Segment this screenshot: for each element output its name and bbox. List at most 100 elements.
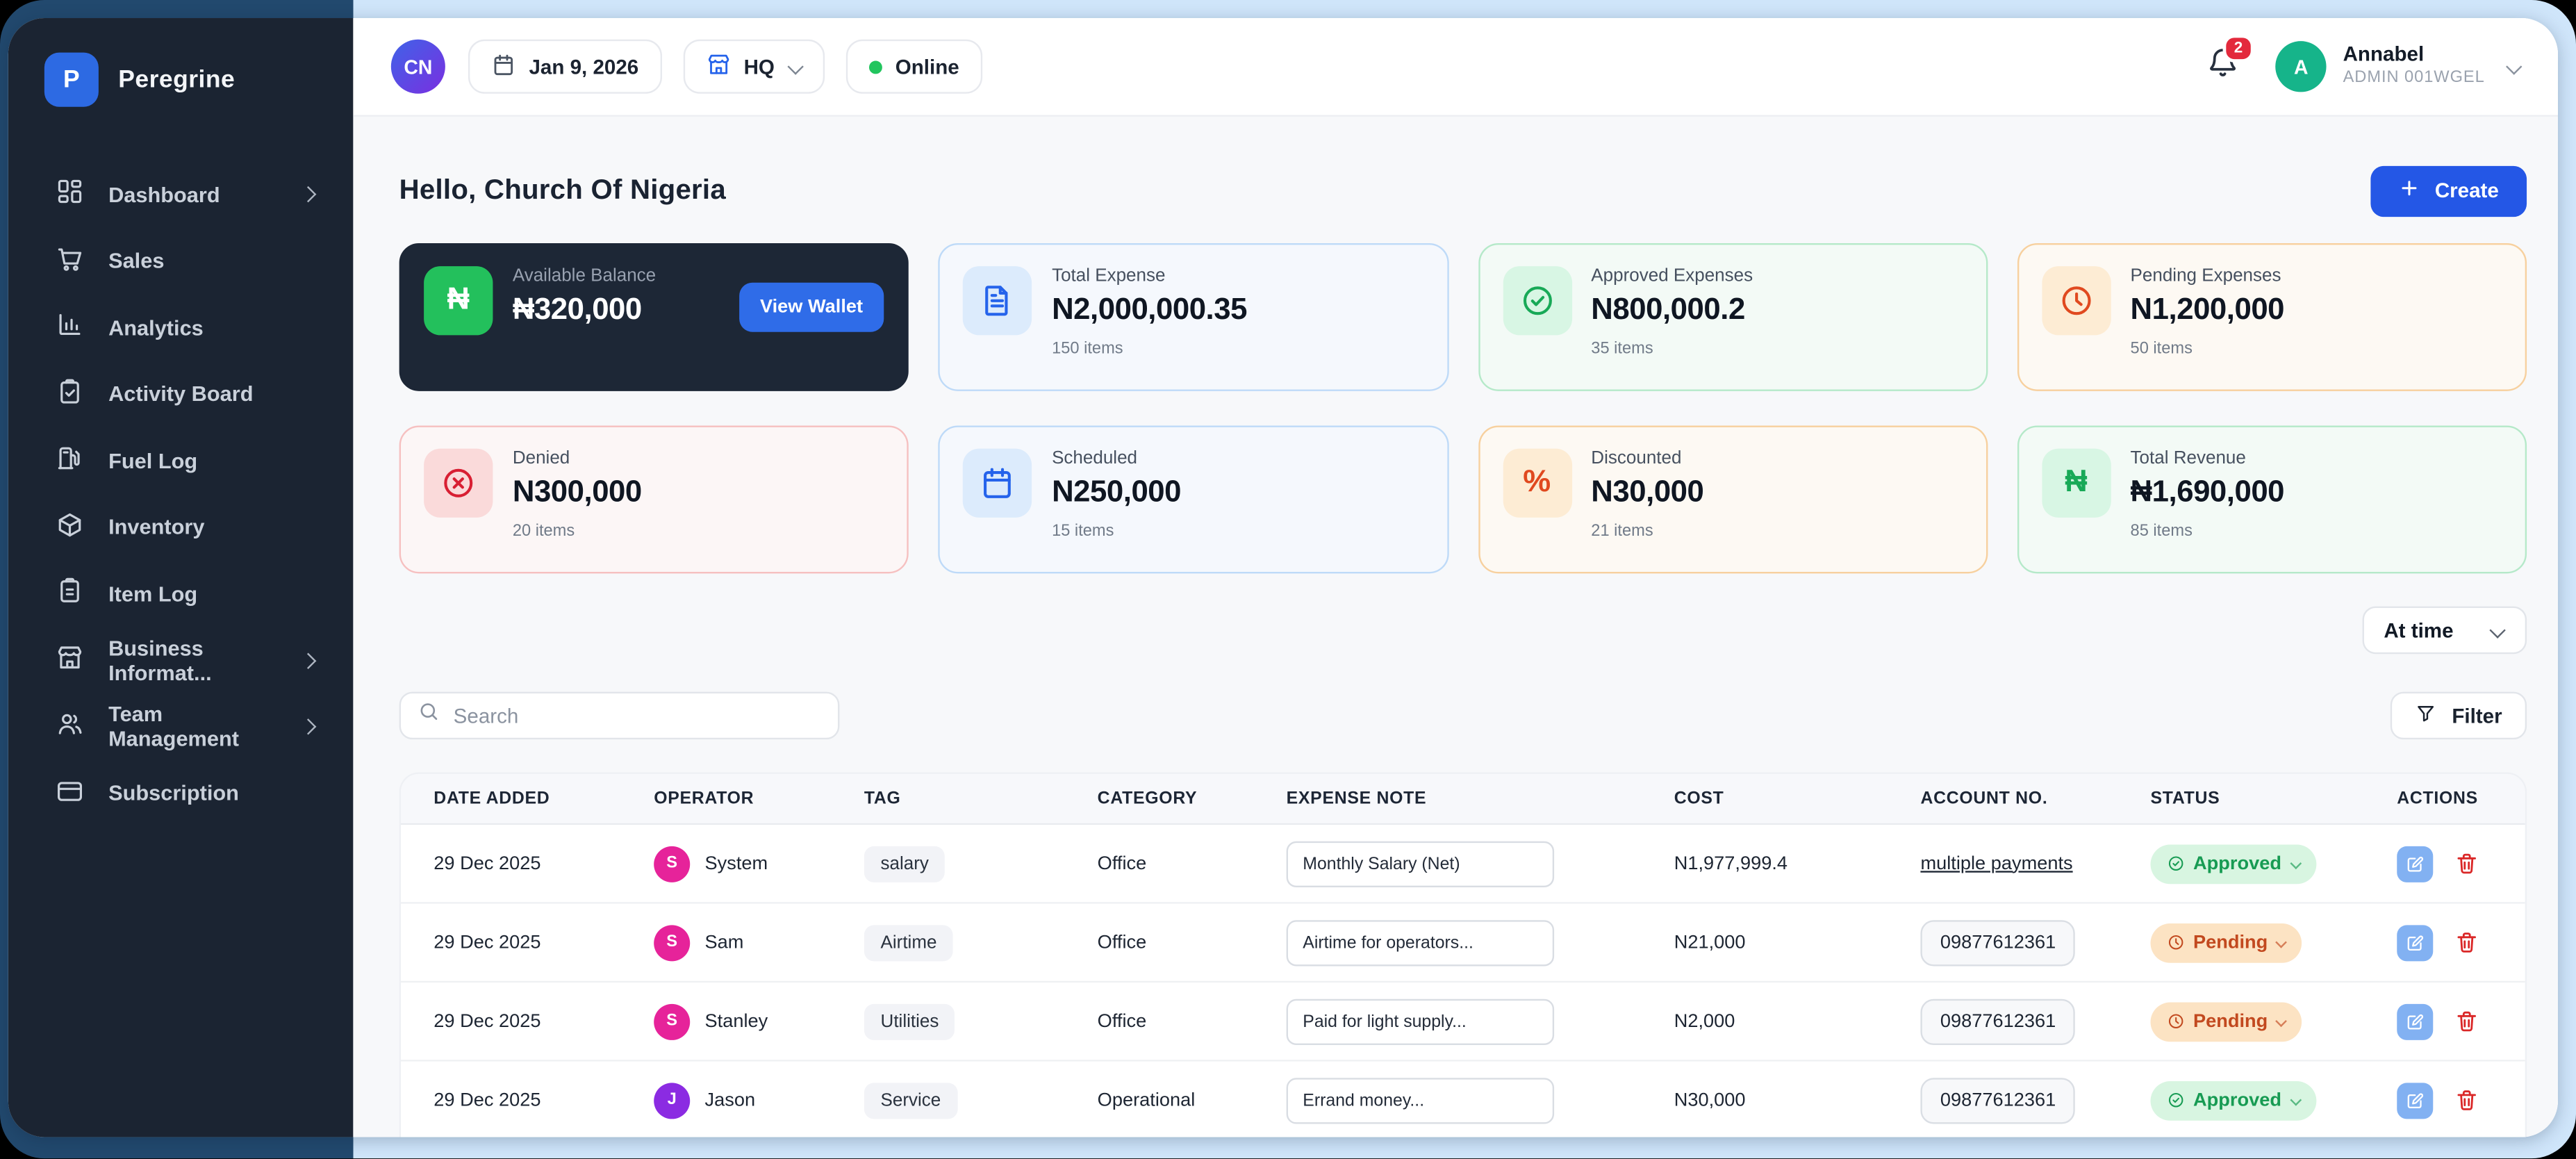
column-header: OPERATOR xyxy=(654,789,864,808)
table-row: 29 Dec 2025 S Sam Airtime Office Airtime… xyxy=(401,904,2525,983)
edit-button[interactable] xyxy=(2397,846,2433,882)
cell-actions xyxy=(2397,1003,2525,1039)
column-header: ACTIONS xyxy=(2397,789,2525,808)
user-avatar[interactable]: A xyxy=(2276,41,2327,92)
x-circle-icon xyxy=(424,449,493,518)
card-items: 20 items xyxy=(513,523,642,541)
cell-operator: S Sam xyxy=(654,924,864,960)
approved-expenses-card: Approved Expenses N800,000.2 35 items xyxy=(1478,243,1988,391)
sidebar-item-subscription[interactable]: Subscription xyxy=(8,760,354,827)
expense-note-input[interactable]: Monthly Salary (Net) xyxy=(1287,841,1554,887)
calendar-icon xyxy=(963,449,1032,518)
card-label: Pending Expenses xyxy=(2131,266,2285,286)
account-number[interactable]: 09877612361 xyxy=(1920,998,2075,1044)
delete-button[interactable] xyxy=(2454,851,2479,876)
account-link[interactable]: multiple payments xyxy=(1920,854,2072,873)
store-icon xyxy=(56,643,83,676)
balance-label: Available Balance xyxy=(513,266,656,286)
package-icon xyxy=(56,511,83,543)
check-circle-icon xyxy=(2167,855,2185,873)
account-number[interactable]: 09877612361 xyxy=(1920,1077,2075,1123)
column-header: ACCOUNT NO. xyxy=(1920,789,2150,808)
clipboard-check-icon xyxy=(56,377,83,410)
cell-tag: Utilities xyxy=(864,1003,1098,1039)
date-picker[interactable]: Jan 9, 2026 xyxy=(468,40,661,94)
sidebar-item-business-information[interactable]: Business Informat... xyxy=(8,627,354,693)
naira-icon: ₦ xyxy=(424,266,493,335)
cell-category: Office xyxy=(1098,854,1287,873)
status-badge[interactable]: Pending xyxy=(2151,1001,2302,1041)
edit-button[interactable] xyxy=(2397,1082,2433,1118)
cell-category: Operational xyxy=(1098,1090,1287,1110)
check-circle-icon xyxy=(2167,1091,2185,1109)
online-status[interactable]: Online xyxy=(846,40,982,94)
calendar-icon xyxy=(491,51,515,81)
store-icon xyxy=(706,51,730,81)
expense-note-input[interactable]: Airtime for operators... xyxy=(1287,919,1554,965)
chevron-right-icon xyxy=(299,719,315,734)
account-number[interactable]: 09877612361 xyxy=(1920,919,2075,965)
cell-account: 09877612361 xyxy=(1920,1077,2150,1123)
chevron-down-icon[interactable] xyxy=(2506,59,2521,74)
delete-button[interactable] xyxy=(2454,1087,2479,1112)
cell-operator: S Stanley xyxy=(654,1003,864,1039)
card-items: 50 items xyxy=(2131,340,2285,359)
cell-operator: J Jason xyxy=(654,1082,864,1118)
sidebar-item-label: Team Management xyxy=(108,702,276,751)
chevron-down-icon xyxy=(2276,937,2288,948)
create-label: Create xyxy=(2435,179,2499,202)
create-button[interactable]: Create xyxy=(2371,165,2527,216)
expense-note-input[interactable]: Errand money... xyxy=(1287,1077,1554,1123)
card-text: Pending Expenses N1,200,000 50 items xyxy=(2131,266,2285,358)
card-value: N300,000 xyxy=(513,473,642,509)
view-wallet-button[interactable]: View Wallet xyxy=(738,283,884,332)
cell-cost: N1,977,999.4 xyxy=(1674,854,1921,873)
sidebar-item-label: Dashboard xyxy=(108,182,220,206)
edit-button[interactable] xyxy=(2397,924,2433,960)
card-label: Total Revenue xyxy=(2131,449,2285,468)
card-value: N2,000,000.35 xyxy=(1052,291,1247,327)
sidebar-item-analytics[interactable]: Analytics xyxy=(8,294,354,361)
notifications-button[interactable]: 2 xyxy=(2206,46,2239,87)
delete-button[interactable] xyxy=(2454,1009,2479,1033)
brand: P Peregrine xyxy=(8,18,354,107)
chevron-down-icon xyxy=(2290,857,2302,869)
status-badge[interactable]: Pending xyxy=(2151,923,2302,962)
online-label: Online xyxy=(895,55,959,78)
cell-status: Approved xyxy=(2151,844,2397,883)
page-title: Hello, Church Of Nigeria xyxy=(399,174,726,207)
card-text: Total Revenue ₦1,690,000 85 items xyxy=(2131,449,2285,541)
branch-selector[interactable]: HQ xyxy=(683,40,825,94)
table-row: 29 Dec 2025 S System salary Office Month… xyxy=(401,825,2525,904)
card-label: Total Expense xyxy=(1052,266,1247,286)
status-badge[interactable]: Approved xyxy=(2151,844,2316,883)
clock-icon xyxy=(2167,933,2185,951)
naira-icon: ₦ xyxy=(2042,449,2111,518)
tag-pill: Service xyxy=(864,1082,957,1118)
sidebar-item-label: Analytics xyxy=(108,315,204,339)
expense-note-input[interactable]: Paid for light supply... xyxy=(1287,998,1554,1044)
sidebar-item-inventory[interactable]: Inventory xyxy=(8,494,354,561)
org-avatar[interactable]: CN xyxy=(391,40,445,94)
sidebar-item-activity-board[interactable]: Activity Board xyxy=(8,361,354,427)
sidebar-item-label: Inventory xyxy=(108,515,204,539)
sidebar-item-dashboard[interactable]: Dashboard xyxy=(8,161,354,228)
delete-button[interactable] xyxy=(2454,930,2479,954)
card-items: 35 items xyxy=(1591,340,1753,359)
edit-button[interactable] xyxy=(2397,1003,2433,1039)
search-input[interactable] xyxy=(454,704,822,727)
sidebar-item-team-management[interactable]: Team Management xyxy=(8,693,354,760)
status-badge[interactable]: Approved xyxy=(2151,1080,2316,1120)
cell-date: 29 Dec 2025 xyxy=(401,932,654,952)
app-window: P Peregrine Dashboard Sales Analytics Ac… xyxy=(0,0,2576,1159)
brand-logo: P xyxy=(44,53,99,107)
cart-icon xyxy=(56,245,83,277)
tag-pill: Airtime xyxy=(864,924,953,960)
time-filter-select[interactable]: At time xyxy=(2363,607,2527,655)
sidebar-item-sales[interactable]: Sales xyxy=(8,228,354,295)
sidebar-item-item-log[interactable]: Item Log xyxy=(8,560,354,627)
operator-avatar: J xyxy=(654,1082,690,1118)
sidebar-item-fuel-log[interactable]: Fuel Log xyxy=(8,427,354,494)
filter-button[interactable]: Filter xyxy=(2391,692,2527,740)
cell-operator: S System xyxy=(654,846,864,882)
